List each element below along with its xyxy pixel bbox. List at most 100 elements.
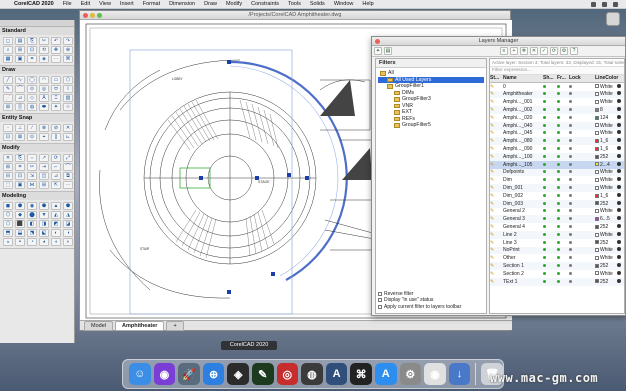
- linecolor-cell[interactable]: White: [595, 247, 617, 253]
- table-row[interactable]: ✎ Amphi..._045 White: [490, 130, 624, 138]
- palette-titlebar[interactable]: [0, 20, 74, 27]
- layers-manager-titlebar[interactable]: Layers Manager: [372, 37, 625, 46]
- show-toggle[interactable]: [543, 91, 557, 97]
- tool-button[interactable]: ⌒: [63, 163, 73, 171]
- layer-status-icon[interactable]: ✎: [490, 216, 503, 222]
- tool-button[interactable]: ◦: [3, 124, 13, 132]
- tool-button[interactable]: ⊞: [15, 46, 25, 54]
- tool-button[interactable]: ◨: [39, 220, 49, 228]
- menu-window[interactable]: Window: [334, 1, 354, 7]
- tool-button[interactable]: ◆: [15, 211, 25, 219]
- tool-button[interactable]: ∿: [15, 76, 25, 84]
- layer-status-icon[interactable]: ✎: [490, 263, 503, 269]
- freeze-toggle[interactable]: [557, 247, 569, 253]
- system-preferences-icon[interactable]: ⚙: [399, 363, 422, 385]
- show-toggle[interactable]: [543, 185, 557, 191]
- lineweight-cell[interactable]: [617, 208, 624, 214]
- freeze-toggle[interactable]: [557, 216, 569, 222]
- camera-app-icon[interactable]: ◍: [301, 363, 323, 385]
- finder-icon[interactable]: ☺: [129, 363, 151, 385]
- linecolor-cell[interactable]: White: [595, 177, 617, 183]
- tool-button[interactable]: ✂: [27, 163, 37, 171]
- tool-button[interactable]: ⬕: [39, 229, 49, 237]
- tool-button[interactable]: ◈: [39, 55, 49, 63]
- lineweight-cell[interactable]: [617, 270, 624, 277]
- lineweight-cell[interactable]: [617, 114, 624, 121]
- tool-button[interactable]: ⬛: [15, 220, 25, 228]
- tool-button[interactable]: ◖: [51, 238, 61, 246]
- tool-button[interactable]: ⬓: [15, 229, 25, 237]
- font-app-icon[interactable]: A: [325, 363, 348, 385]
- freeze-toggle[interactable]: [557, 115, 569, 121]
- display-in-use-checkbox[interactable]: [378, 298, 382, 303]
- reverse-filter-checkbox[interactable]: [378, 291, 382, 296]
- layer-states-icon[interactable]: ≡: [500, 47, 508, 55]
- linecolor-cell[interactable]: 8: [595, 107, 617, 113]
- show-toggle[interactable]: [543, 123, 557, 129]
- show-toggle[interactable]: [543, 154, 557, 160]
- lock-toggle[interactable]: [569, 240, 583, 246]
- lineweight-cell[interactable]: [617, 169, 624, 175]
- table-row[interactable]: ✎ General 3 6...5: [490, 215, 624, 224]
- tool-button[interactable]: ⤢: [63, 154, 73, 162]
- lineweight-cell[interactable]: [617, 231, 624, 238]
- tool-button[interactable]: ⊙: [27, 133, 37, 141]
- lock-toggle[interactable]: [569, 263, 583, 269]
- apply-filter-checkbox[interactable]: [378, 304, 382, 309]
- tool-button[interactable]: ⌒: [15, 85, 25, 93]
- tool-button[interactable]: ◮: [63, 211, 73, 219]
- show-toggle[interactable]: [543, 169, 557, 175]
- tool-button[interactable]: ⎘: [27, 37, 37, 45]
- show-toggle[interactable]: [543, 263, 557, 269]
- table-row[interactable]: ✎ TExt 1 252: [490, 277, 624, 286]
- tool-button[interactable]: ◐: [51, 229, 61, 237]
- lineweight-cell[interactable]: [617, 247, 624, 253]
- linecolor-cell[interactable]: 252: [595, 201, 617, 207]
- photo-app-icon[interactable]: ◎: [276, 363, 299, 385]
- terminal-icon[interactable]: ⌘: [350, 363, 372, 385]
- menu-view[interactable]: View: [99, 1, 111, 7]
- linecolor-cell[interactable]: White: [595, 271, 617, 277]
- tool-button[interactable]: ⊞: [39, 181, 49, 189]
- tool-button[interactable]: ⊗: [39, 124, 49, 132]
- col-show[interactable]: Sh...: [543, 75, 557, 81]
- tool-button[interactable]: ↗: [39, 154, 49, 162]
- linecolor-cell[interactable]: 1_6: [595, 138, 617, 144]
- settings-icon[interactable]: ⚙: [560, 47, 568, 55]
- tool-button[interactable]: ✕: [63, 124, 73, 132]
- tool-button[interactable]: ◯: [27, 76, 37, 84]
- freeze-toggle[interactable]: [557, 123, 569, 129]
- freeze-toggle[interactable]: [557, 208, 569, 214]
- table-row[interactable]: ✎ Amphi..._040 White: [490, 121, 624, 130]
- tool-button[interactable]: ⊡: [15, 172, 25, 180]
- layer-status-icon[interactable]: ✎: [490, 107, 503, 113]
- tool-button[interactable]: ▣: [15, 55, 25, 63]
- table-row[interactable]: ✎ Defpoints White: [490, 168, 624, 177]
- lock-toggle[interactable]: [569, 169, 583, 175]
- tool-button[interactable]: ✥: [51, 46, 61, 54]
- layer-status-icon[interactable]: ✎: [490, 146, 503, 152]
- menu-solids[interactable]: Solids: [310, 1, 325, 7]
- tool-button[interactable]: ◒: [3, 238, 13, 246]
- new-layer-icon[interactable]: +: [510, 47, 518, 55]
- freeze-toggle[interactable]: [557, 99, 569, 105]
- table-row[interactable]: ✎ Amphi..._100 252: [490, 152, 624, 161]
- linecolor-cell[interactable]: 252: [595, 224, 617, 230]
- launchpad-icon[interactable]: 🚀: [178, 363, 200, 385]
- tool-button[interactable]: ⬔: [27, 229, 37, 237]
- show-toggle[interactable]: [543, 107, 557, 113]
- linecolor-cell[interactable]: 6...5: [595, 216, 617, 222]
- linecolor-cell[interactable]: White: [595, 99, 617, 105]
- table-row[interactable]: ✎ Dim_001 White: [490, 184, 624, 192]
- freeze-toggle[interactable]: [557, 130, 569, 136]
- help-icon[interactable]: ?: [570, 47, 578, 55]
- tool-button[interactable]: ⋰: [3, 94, 13, 102]
- freeze-toggle[interactable]: [557, 263, 569, 269]
- linecolor-cell[interactable]: 252: [595, 240, 617, 246]
- chrome-icon[interactable]: ◉: [424, 363, 446, 385]
- tool-button[interactable]: ◼: [3, 202, 13, 210]
- layer-status-icon[interactable]: ✎: [490, 185, 503, 191]
- corelcad-draw-icon[interactable]: ✎: [251, 363, 274, 385]
- tool-button[interactable]: ◇: [27, 94, 37, 102]
- app-menu[interactable]: CorelCAD 2020: [14, 1, 54, 7]
